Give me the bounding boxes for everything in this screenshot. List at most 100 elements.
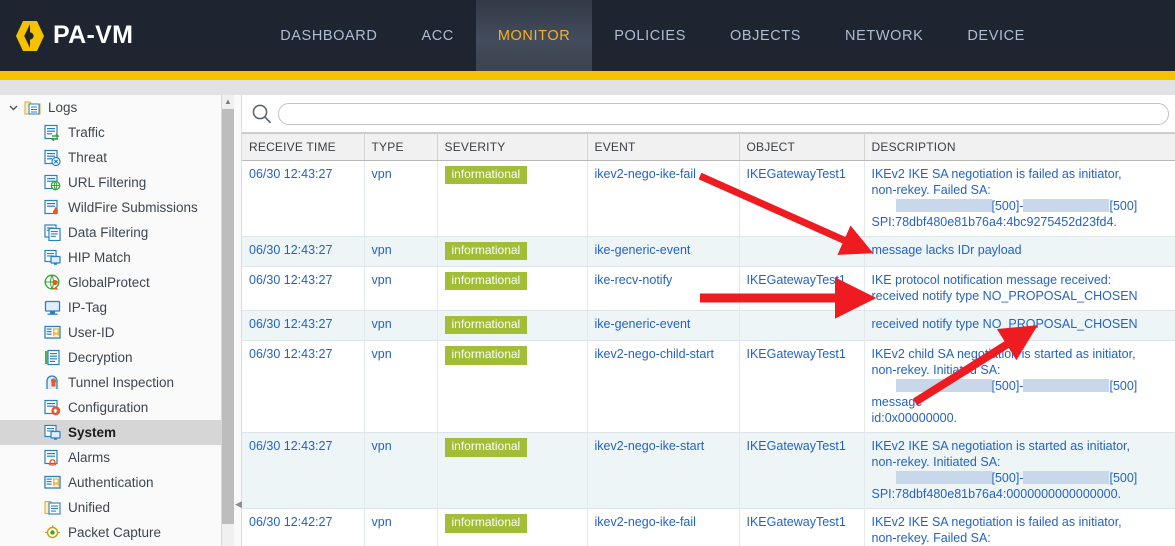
sidebar-item-label: GlobalProtect xyxy=(68,274,150,290)
decryption-icon xyxy=(45,349,60,366)
cell-receive-time: 06/30 12:43:27 xyxy=(242,340,365,434)
description-line: IKEv2 IKE SA negotiation is failed as in… xyxy=(871,167,1122,181)
description-line-redacted: [500]- [500] xyxy=(872,198,1168,214)
sidebar-item-logs[interactable]: Logs xyxy=(0,95,221,120)
description-line: non-rekey. Failed SA: xyxy=(871,183,991,197)
table-row[interactable]: 06/30 12:43:27 vpn informational ike-gen… xyxy=(242,310,1175,342)
sidebar-item-system[interactable]: System xyxy=(0,420,221,445)
column-header-description[interactable]: DESCRIPTION xyxy=(864,133,1175,161)
sidebar-item-ip-tag[interactable]: IP-Tag xyxy=(0,295,221,320)
cell-severity: informational xyxy=(437,266,588,312)
triangle-up-icon[interactable]: ▲ xyxy=(222,95,234,108)
triangle-left-icon[interactable]: ◀ xyxy=(235,490,242,518)
sidebar-item-hip-match[interactable]: HIP Match xyxy=(0,245,221,270)
cell-receive-time: 06/30 12:43:27 xyxy=(242,310,365,342)
status-badge: informational xyxy=(444,242,528,261)
status-badge: informational xyxy=(444,316,528,335)
cell-severity: informational xyxy=(437,160,588,237)
sidebar-item-alarms[interactable]: Alarms xyxy=(0,445,221,470)
sidebar-item-label: Decryption xyxy=(68,349,133,365)
sidebar-item-label: Unified xyxy=(68,499,111,515)
cell-description: IKEv2 IKE SA negotiation is failed as in… xyxy=(864,160,1175,237)
tab-monitor[interactable]: MONITOR xyxy=(475,0,593,71)
cell-object: IKEGatewayTest1 xyxy=(739,266,865,312)
sidebar-item-label: System xyxy=(68,424,117,440)
tab-policies[interactable]: POLICIES xyxy=(592,0,708,71)
table-row[interactable]: 06/30 12:43:27 vpn informational ike-gen… xyxy=(242,236,1175,268)
palo-alto-hex-icon xyxy=(16,20,44,51)
sidebar-scrollbar[interactable]: ▲ xyxy=(222,95,234,546)
sidebar-item-tunnel-inspection[interactable]: Tunnel Inspection xyxy=(0,370,221,395)
table-row[interactable]: 06/30 12:43:27 vpn informational ike-rec… xyxy=(242,266,1175,312)
logs-tree-sidebar: Logs Traffic Threat URL Filtering WildFi… xyxy=(0,95,222,546)
sidebar-item-configuration[interactable]: Configuration xyxy=(0,395,221,420)
sidebar-item-label: IP-Tag xyxy=(68,299,108,315)
brand-logo[interactable]: PA-VM xyxy=(16,0,133,71)
table-row[interactable]: 06/30 12:43:27 vpn informational ikev2-n… xyxy=(242,340,1175,434)
cell-description: IKE protocol notification message receiv… xyxy=(864,266,1175,312)
sidebar-item-wildfire-submissions[interactable]: WildFire Submissions xyxy=(0,195,221,220)
cell-event: ike-generic-event xyxy=(587,236,740,268)
table-row[interactable]: 06/30 12:42:27 vpn informational ikev2-n… xyxy=(242,508,1175,546)
column-header-object[interactable]: OBJECT xyxy=(739,133,865,161)
tab-acc[interactable]: ACC xyxy=(399,0,475,71)
description-line: non-rekey. Initiated SA: xyxy=(871,363,1001,378)
tab-objects[interactable]: OBJECTS xyxy=(708,0,823,71)
cell-event: ike-recv-notify xyxy=(587,266,740,312)
tab-dashboard[interactable]: DASHBOARD xyxy=(258,0,399,71)
redacted-value xyxy=(895,199,992,212)
sidebar-item-authentication[interactable]: Authentication xyxy=(0,470,221,495)
description-line: IKEv2 IKE SA negotiation is failed as in… xyxy=(871,515,1122,530)
cell-severity: informational xyxy=(437,310,588,342)
tab-device[interactable]: DEVICE xyxy=(945,0,1047,71)
sidebar-item-globalprotect[interactable]: GlobalProtect xyxy=(0,270,221,295)
description-line-redacted: [500]- [500] message xyxy=(871,379,1138,410)
sidebar-item-unified[interactable]: Unified xyxy=(0,495,221,520)
sidebar-item-url-filtering[interactable]: URL Filtering xyxy=(0,170,221,195)
sidebar-item-traffic[interactable]: Traffic xyxy=(0,120,221,145)
redacted-value xyxy=(1023,471,1110,485)
search-input[interactable] xyxy=(278,102,1169,125)
tab-network[interactable]: NETWORK xyxy=(823,0,945,71)
cell-description: IKEv2 IKE SA negotiation is failed as in… xyxy=(864,508,1175,546)
description-line: id:0x00000000. xyxy=(871,411,958,426)
log-search-bar xyxy=(242,95,1175,133)
cell-type: vpn xyxy=(364,340,438,434)
user-id-icon xyxy=(44,325,61,339)
sidebar-item-threat[interactable]: Threat xyxy=(0,145,221,170)
description-line: message lacks IDr payload xyxy=(871,243,1022,257)
cell-object: IKEGatewayTest1 xyxy=(739,432,865,510)
sidebar-item-label: Threat xyxy=(68,149,108,165)
column-header-event[interactable]: EVENT xyxy=(587,133,740,161)
search-icon[interactable] xyxy=(251,103,273,125)
table-row[interactable]: 06/30 12:43:27 vpn informational ikev2-n… xyxy=(242,432,1175,510)
cell-receive-time: 06/30 12:43:27 xyxy=(242,160,365,237)
table-row[interactable]: 06/30 12:43:27 vpn informational ikev2-n… xyxy=(242,160,1175,237)
column-header-receive-time[interactable]: RECEIVE TIME xyxy=(242,133,365,161)
description-line: SPI:78dbf480e81b76a4:0000000000000000. xyxy=(871,487,1122,502)
system-log-table: RECEIVE TIME TYPE SEVERITY EVENT OBJECT … xyxy=(242,133,1175,546)
pane-splitter[interactable] xyxy=(234,95,242,546)
toolbar-strip xyxy=(0,80,1175,95)
tunnel-inspection-icon xyxy=(46,375,58,389)
column-header-severity[interactable]: SEVERITY xyxy=(437,133,588,161)
status-badge: informational xyxy=(444,438,528,457)
data-filtering-icon xyxy=(44,224,61,241)
sidebar-item-user-id[interactable]: User-ID xyxy=(0,320,221,345)
status-badge: informational xyxy=(444,166,528,185)
chevron-down-icon[interactable] xyxy=(6,101,20,115)
cell-description: received notify type NO_PROPOSAL_CHOSEN xyxy=(864,310,1175,342)
sidebar-item-data-filtering[interactable]: Data Filtering xyxy=(0,220,221,245)
sidebar-item-packet-capture[interactable]: Packet Capture xyxy=(0,520,221,545)
sidebar-scrollbar-thumb[interactable] xyxy=(222,109,234,524)
sidebar-item-decryption[interactable]: Decryption xyxy=(0,345,221,370)
sidebar-item-label: Authentication xyxy=(68,474,154,490)
folder-logs-icon xyxy=(24,101,41,115)
packet-capture-icon xyxy=(45,525,60,539)
status-badge: informational xyxy=(444,514,528,533)
column-header-type[interactable]: TYPE xyxy=(364,133,438,161)
cell-type: vpn xyxy=(364,160,438,237)
cell-object: IKEGatewayTest1 xyxy=(739,508,865,546)
cell-object: IKEGatewayTest1 xyxy=(739,160,865,237)
cell-severity: informational xyxy=(437,236,588,268)
